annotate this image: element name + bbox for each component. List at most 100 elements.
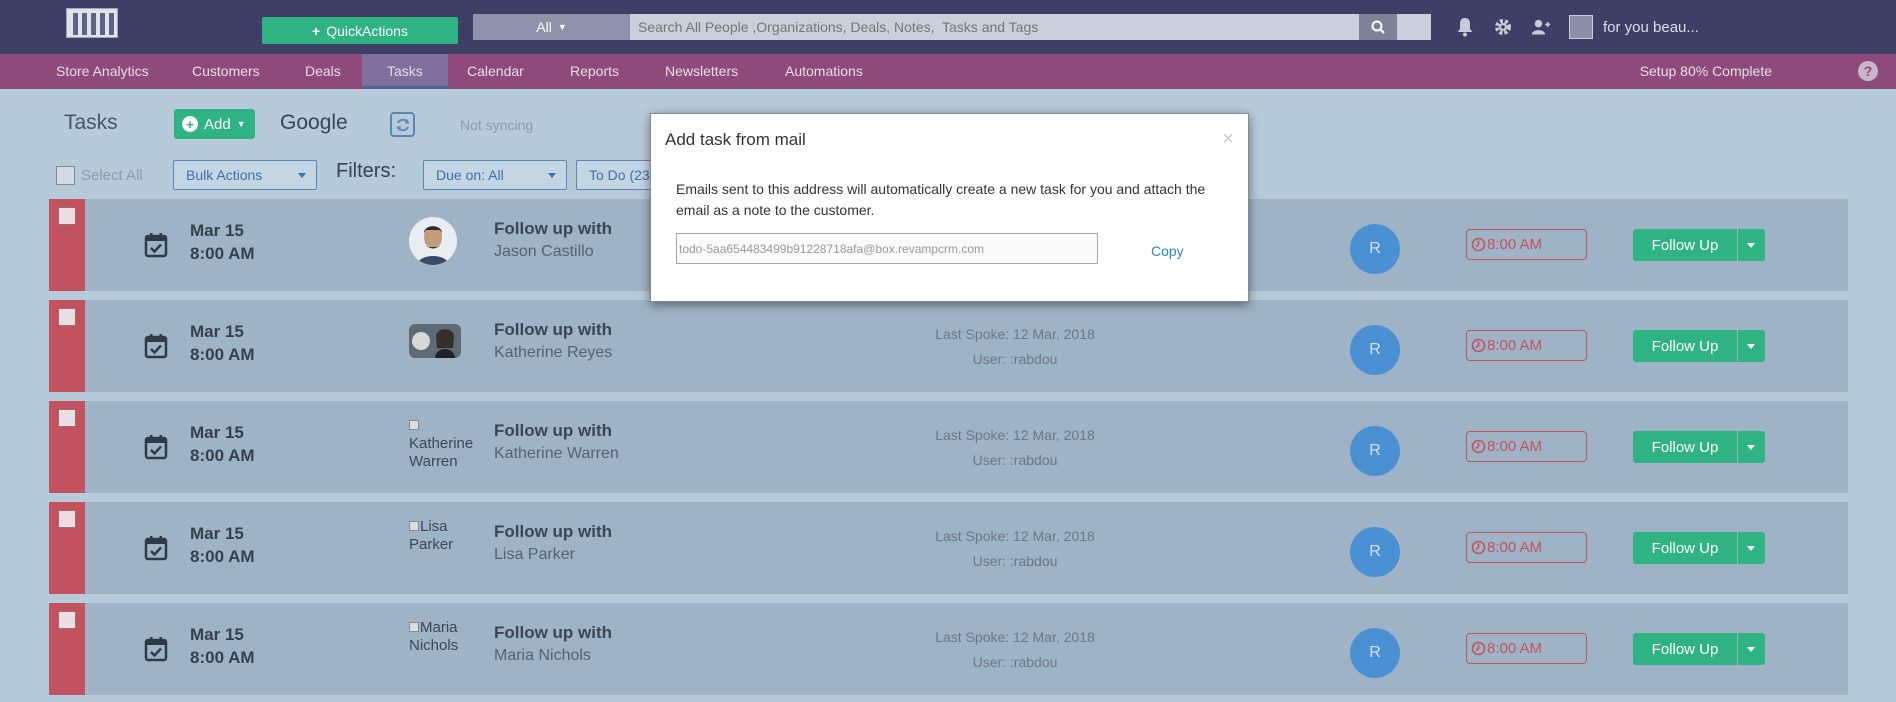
contact-name[interactable]: Katherine Reyes bbox=[494, 344, 612, 362]
bulk-actions-dropdown[interactable]: Bulk Actions bbox=[173, 160, 317, 190]
filters-label: Filters: bbox=[336, 160, 396, 182]
task-row: Mar 15 8:00 AM Katherine Warren Follow up… bbox=[49, 401, 1848, 493]
follow-up-button[interactable]: Follow Up bbox=[1633, 633, 1737, 665]
task-title[interactable]: Follow up with bbox=[494, 623, 612, 643]
quick-actions-button[interactable]: + QuickActions bbox=[262, 17, 458, 44]
contact-photo[interactable]: Katherine Warren bbox=[409, 417, 479, 477]
task-row: Mar 15 8:00 AM Follow up with Katherine R… bbox=[49, 300, 1848, 392]
reminder-time[interactable]: 8:00 AM bbox=[1466, 633, 1587, 664]
calendar-check-icon bbox=[144, 637, 168, 662]
nav-customers[interactable]: Customers bbox=[192, 54, 260, 89]
user-avatar[interactable] bbox=[1569, 15, 1593, 39]
priority-strip bbox=[49, 603, 85, 695]
follow-up-button[interactable]: Follow Up bbox=[1633, 431, 1737, 463]
row-checkbox[interactable] bbox=[58, 207, 76, 225]
contact-name[interactable]: Lisa Parker bbox=[494, 546, 575, 564]
add-label: Add bbox=[204, 115, 231, 133]
due-date: Mar 15 8:00 AM bbox=[190, 322, 255, 364]
clock-icon bbox=[1471, 338, 1486, 353]
gear-icon[interactable] bbox=[1493, 17, 1513, 37]
follow-up-dropdown[interactable] bbox=[1738, 229, 1765, 261]
main-nav: Store Analytics Customers Deals Tasks Ca… bbox=[0, 54, 1896, 89]
help-icon[interactable]: ? bbox=[1858, 61, 1878, 81]
nav-calendar[interactable]: Calendar bbox=[467, 54, 524, 89]
due-on-filter[interactable]: Due on: All bbox=[423, 160, 567, 190]
top-icons: for you beau... bbox=[1455, 14, 1699, 40]
follow-up-button[interactable]: Follow Up bbox=[1633, 532, 1737, 564]
plus-icon: + bbox=[312, 22, 321, 39]
refresh-icon bbox=[396, 118, 409, 131]
clock-icon bbox=[1471, 439, 1486, 454]
task-email-field[interactable] bbox=[676, 233, 1098, 264]
clock-icon bbox=[1471, 641, 1486, 656]
follow-up-dropdown[interactable] bbox=[1738, 330, 1765, 362]
select-all-label[interactable]: Select All bbox=[81, 167, 143, 184]
add-user-icon[interactable] bbox=[1531, 17, 1551, 37]
follow-up-dropdown[interactable] bbox=[1738, 532, 1765, 564]
nav-store-analytics[interactable]: Store Analytics bbox=[56, 54, 149, 89]
assignee-avatar[interactable]: R bbox=[1350, 224, 1400, 274]
nav-newsletters[interactable]: Newsletters bbox=[665, 54, 738, 89]
nav-automations[interactable]: Automations bbox=[785, 54, 863, 89]
sync-button[interactable] bbox=[390, 112, 415, 137]
row-checkbox[interactable] bbox=[58, 409, 76, 427]
username[interactable]: for you beau... bbox=[1603, 19, 1699, 36]
calendar-check-icon bbox=[144, 435, 168, 460]
priority-strip bbox=[49, 300, 85, 392]
contact-photo[interactable] bbox=[409, 217, 457, 265]
plus-circle-icon: + bbox=[182, 116, 198, 132]
task-title[interactable]: Follow up with bbox=[494, 219, 612, 239]
row-checkbox[interactable] bbox=[58, 611, 76, 629]
caret-down-icon bbox=[298, 173, 306, 178]
last-spoke-info: Last Spoke: 12 Mar, 2018 User: :rabdou bbox=[935, 528, 1095, 569]
copy-button[interactable]: Copy bbox=[1151, 243, 1184, 259]
close-icon[interactable]: × bbox=[1222, 128, 1234, 151]
reminder-time[interactable]: 8:00 AM bbox=[1466, 330, 1587, 361]
follow-up-dropdown[interactable] bbox=[1738, 431, 1765, 463]
assignee-avatar[interactable]: R bbox=[1350, 628, 1400, 678]
due-date: Mar 15 8:00 AM bbox=[190, 221, 255, 263]
top-bar: + QuickActions All ▼ for you beau... bbox=[0, 0, 1896, 54]
task-row: Mar 15 8:00 AM Lisa Parker Follow up with… bbox=[49, 502, 1848, 594]
app-logo[interactable] bbox=[66, 8, 118, 38]
nav-reports[interactable]: Reports bbox=[570, 54, 619, 89]
nav-deals[interactable]: Deals bbox=[305, 54, 341, 89]
task-title[interactable]: Follow up with bbox=[494, 421, 612, 441]
bell-icon[interactable] bbox=[1455, 17, 1475, 37]
reminder-time[interactable]: 8:00 AM bbox=[1466, 229, 1587, 260]
broken-image-icon bbox=[409, 420, 419, 430]
follow-up-dropdown[interactable] bbox=[1738, 633, 1765, 665]
task-title[interactable]: Follow up with bbox=[494, 522, 612, 542]
due-date: Mar 15 8:00 AM bbox=[190, 423, 255, 465]
search-icon bbox=[1371, 20, 1385, 34]
clock-icon bbox=[1471, 237, 1486, 252]
contact-name[interactable]: Katherine Warren bbox=[494, 445, 619, 463]
due-date: Mar 15 8:00 AM bbox=[190, 524, 255, 566]
add-button[interactable]: + Add ▼ bbox=[174, 109, 255, 139]
task-title[interactable]: Follow up with bbox=[494, 320, 612, 340]
assignee-avatar[interactable]: R bbox=[1350, 527, 1400, 577]
follow-up-button[interactable]: Follow Up bbox=[1633, 229, 1737, 261]
contact-name[interactable]: Jason Castillo bbox=[494, 243, 594, 261]
reminder-time[interactable]: 8:00 AM bbox=[1466, 431, 1587, 462]
reminder-time[interactable]: 8:00 AM bbox=[1466, 532, 1587, 563]
due-date: Mar 15 8:00 AM bbox=[190, 625, 255, 667]
setup-progress[interactable]: Setup 80% Complete bbox=[1640, 54, 1772, 89]
row-checkbox[interactable] bbox=[58, 510, 76, 528]
contact-name[interactable]: Maria Nichols bbox=[494, 647, 591, 665]
assignee-avatar[interactable]: R bbox=[1350, 325, 1400, 375]
contact-photo[interactable]: Maria Nichols bbox=[409, 619, 479, 679]
follow-up-button[interactable]: Follow Up bbox=[1633, 330, 1737, 362]
contact-photo[interactable] bbox=[409, 324, 461, 358]
search-input[interactable] bbox=[630, 14, 1431, 40]
last-spoke-info: Last Spoke: 12 Mar, 2018 User: :rabdou bbox=[935, 326, 1095, 367]
select-all-checkbox[interactable] bbox=[56, 166, 75, 185]
search-scope-dropdown[interactable]: All ▼ bbox=[473, 14, 630, 40]
assignee-avatar[interactable]: R bbox=[1350, 426, 1400, 476]
nav-tasks[interactable]: Tasks bbox=[362, 54, 448, 89]
search-button[interactable] bbox=[1359, 14, 1397, 40]
contact-photo[interactable]: Lisa Parker bbox=[409, 518, 479, 578]
sync-status: Not syncing bbox=[460, 117, 534, 133]
broken-image-icon bbox=[409, 622, 419, 632]
row-checkbox[interactable] bbox=[58, 308, 76, 326]
